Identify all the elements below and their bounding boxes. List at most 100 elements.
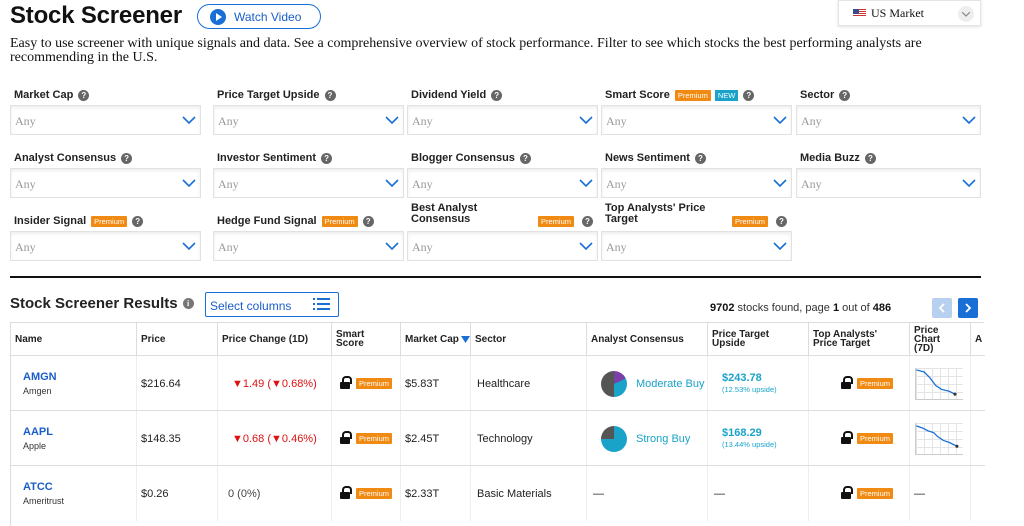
col-header-smart-score[interactable]: Smart Score (332, 323, 401, 355)
premium-badge: Premium (857, 378, 894, 389)
us-flag-icon (853, 9, 866, 17)
col-header-market-cap[interactable]: Market Cap (401, 323, 471, 355)
col-header-top-analysts-price-target[interactable]: Top Analysts' Price Target (809, 323, 910, 355)
ticker-link[interactable]: AAPL (23, 426, 53, 438)
premium-badge: Premium (356, 378, 393, 389)
price-target-cell: $168.29 (13.44% upside) (708, 411, 809, 466)
smart-score-locked[interactable]: Premium (332, 356, 401, 411)
top-analysts-locked[interactable]: Premium (809, 411, 910, 466)
consensus-pie-icon (601, 370, 627, 397)
smart-score-locked[interactable]: Premium (332, 466, 401, 521)
ticker-link[interactable]: ATCC (23, 481, 53, 493)
results-table: Name Price Price Change (1D) Smart Score… (10, 322, 985, 526)
chevron-down-icon (385, 179, 399, 188)
chevron-down-icon (385, 242, 399, 251)
lock-icon (841, 375, 853, 389)
sector-value: Healthcare (471, 356, 587, 411)
price-chart-empty: — (910, 466, 971, 521)
chevron-down-icon (182, 116, 196, 125)
price-chart-cell[interactable] (910, 411, 971, 466)
col-header-name[interactable]: Name (11, 323, 137, 355)
filter-select-blogger-consensus[interactable]: Any (407, 168, 598, 198)
filter-select-market-cap[interactable]: Any (10, 105, 201, 135)
lock-icon (340, 430, 352, 444)
analyst-consensus-cell[interactable]: Moderate Buy (587, 356, 708, 411)
help-icon: ? (519, 152, 531, 164)
top-analysts-locked[interactable]: Premium (809, 356, 910, 411)
new-badge: NEW (714, 89, 739, 101)
premium-badge: Premium (91, 215, 128, 227)
analyst-consensus-cell[interactable]: Strong Buy (587, 411, 708, 466)
company-name: Ameritrust (23, 496, 65, 506)
market-cap-value: $5.83T (401, 356, 471, 411)
price-value: $148.35 (137, 411, 218, 466)
price-change-value: 0 (0%) (218, 466, 332, 521)
price-chart-cell[interactable] (910, 356, 971, 411)
filter-label-media-buzz: Media Buzz? (800, 152, 876, 164)
col-header-price-target-upside[interactable]: Price Target Upside (708, 323, 809, 355)
premium-badge: Premium (356, 488, 393, 499)
ticker-link[interactable]: AMGN (23, 371, 57, 383)
market-cap-value: $2.45T (401, 411, 471, 466)
filter-label-top-analysts-price-target: Top Analysts' Price Target (605, 202, 706, 225)
play-icon (210, 8, 226, 25)
prev-page-button[interactable] (932, 298, 952, 318)
col-header-extra[interactable]: A (971, 323, 985, 355)
chevron-down-icon (579, 179, 593, 188)
filter-select-sector[interactable]: Any (796, 105, 981, 135)
col-header-price[interactable]: Price (137, 323, 218, 355)
filter-select-news-sentiment[interactable]: Any (601, 168, 792, 198)
sort-desc-icon (460, 335, 470, 343)
price-value: $0.26 (137, 466, 218, 521)
results-count: 9702 stocks found, page 1 out of 486 (710, 302, 892, 314)
col-header-sector[interactable]: Sector (471, 323, 587, 355)
filter-label-price-target-upside: Price Target Upside? (217, 89, 336, 101)
consensus-label: Moderate Buy (636, 377, 705, 390)
filter-label-sector: Sector? (800, 89, 851, 101)
price-target-value: — (708, 466, 809, 521)
filter-select-hedge-fund-signal[interactable]: Any (213, 231, 404, 261)
help-icon: ? (78, 89, 90, 101)
filter-select-investor-sentiment[interactable]: Any (213, 168, 404, 198)
chevron-down-icon (182, 242, 196, 251)
company-name: Apple (23, 441, 47, 451)
premium-badge: Premium (732, 216, 769, 227)
top-analysts-locked[interactable]: Premium (809, 466, 910, 521)
market-selector[interactable]: US Market (838, 0, 981, 26)
select-columns-button[interactable]: Select columns (205, 292, 339, 317)
filter-select-best-analyst-consensus[interactable]: Any (407, 231, 598, 261)
help-icon: ? (132, 215, 144, 227)
smart-score-locked[interactable]: Premium (332, 411, 401, 466)
page-title: Stock Screener (10, 2, 182, 29)
premium-badge: Premium (356, 433, 393, 444)
col-header-analyst-consensus[interactable]: Analyst Consensus (587, 323, 708, 355)
lock-icon (340, 375, 352, 389)
col-header-price-change[interactable]: Price Change (1D) (218, 323, 332, 355)
col-header-price-chart[interactable]: Price Chart (7D) (910, 323, 971, 355)
sector-value: Basic Materials (471, 466, 587, 521)
info-icon: i (182, 298, 194, 309)
filter-select-media-buzz[interactable]: Any (796, 168, 981, 198)
results-title: Stock Screener Results i (10, 295, 194, 312)
filter-select-top-analysts-price-target[interactable]: Any (601, 231, 792, 261)
consensus-label: — (587, 466, 708, 521)
filter-select-analyst-consensus[interactable]: Any (10, 168, 201, 198)
filter-select-price-target-upside[interactable]: Any (213, 105, 404, 135)
help-icon: ? (362, 215, 374, 227)
chevron-right-icon (965, 303, 972, 313)
next-page-button[interactable] (958, 298, 978, 318)
watch-video-label: Watch Video (234, 9, 302, 24)
filter-select-dividend-yield[interactable]: Any (407, 105, 598, 135)
price-target-cell: $243.78 (12.53% upside) (708, 356, 809, 411)
filter-select-insider-signal[interactable]: Any (10, 231, 201, 261)
lock-icon (340, 485, 352, 499)
help-icon: ? (864, 152, 876, 164)
filter-select-smart-score[interactable]: Any (601, 105, 792, 135)
premium-badge: Premium (857, 433, 894, 444)
help-icon: ? (776, 216, 787, 227)
upside-value: (13.44% upside) (722, 439, 777, 449)
watch-video-button[interactable]: Watch Video (197, 4, 321, 29)
premium-badge: Premium (674, 89, 711, 101)
price-target-value: $168.29 (722, 426, 762, 439)
chevron-down-icon (773, 179, 787, 188)
